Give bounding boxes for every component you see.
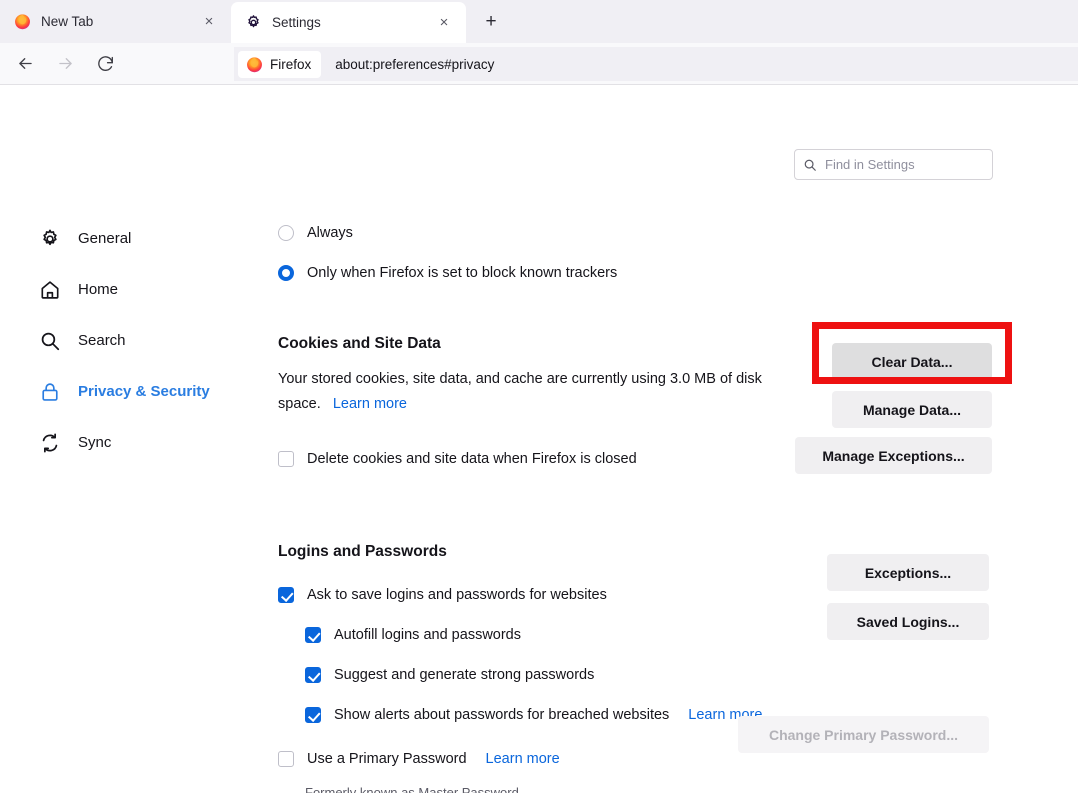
url-text: about:preferences#privacy (335, 56, 495, 72)
checkbox-label: Suggest and generate strong passwords (334, 667, 595, 683)
arrow-left-icon (18, 58, 32, 69)
manage-exceptions-button[interactable]: Manage Exceptions... (795, 437, 992, 474)
arrow-right-icon (58, 58, 72, 69)
identity-chip-label: Firefox (270, 56, 312, 72)
checkbox-indicator (305, 707, 321, 723)
primary-password-helper-text: Formerly known as Master Password (305, 785, 519, 793)
checkbox-suggest-strong-passwords[interactable]: Suggest and generate strong passwords (278, 655, 1058, 695)
saved-logins-button[interactable]: Saved Logins... (827, 603, 989, 640)
close-icon[interactable]: × (199, 12, 219, 32)
sync-icon (42, 433, 58, 452)
radio-always[interactable]: Always (278, 213, 1058, 253)
sidebar-item-privacy-security[interactable]: Privacy & Security (36, 366, 246, 417)
clear-data-button[interactable]: Clear Data... (832, 343, 992, 380)
tab-strip: New Tab × Settings × + (0, 0, 1078, 43)
checkbox-label: Use a Primary Password (307, 751, 467, 767)
checkbox-indicator (278, 751, 294, 767)
cookies-description: Your stored cookies, site data, and cach… (278, 367, 790, 417)
radio-label: Always (307, 225, 353, 241)
back-button[interactable] (8, 47, 42, 81)
tab-label: New Tab (41, 14, 94, 29)
gear-icon (43, 229, 57, 245)
url-bar[interactable]: Firefox about:preferences#privacy (234, 47, 1078, 81)
search-icon (41, 332, 60, 350)
identity-chip[interactable]: Firefox (238, 50, 322, 78)
browser-window: New Tab × Settings × + Firefox about:pre… (0, 0, 1078, 793)
exceptions-button[interactable]: Exceptions... (827, 554, 989, 591)
search-placeholder: Find in Settings (825, 157, 915, 172)
sidebar-item-label: Search (78, 332, 126, 349)
new-tab-button[interactable]: + (474, 5, 508, 39)
checkbox-indicator (278, 451, 294, 467)
sidebar-item-label: Sync (78, 434, 112, 451)
tab-settings[interactable]: Settings × (231, 2, 466, 43)
change-primary-password-button[interactable]: Change Primary Password... (738, 716, 989, 753)
radio-only-when-blocking-trackers[interactable]: Only when Firefox is set to block known … (278, 253, 1058, 293)
sidebar-item-label: General (78, 230, 132, 247)
checkbox-label: Show alerts about passwords for breached… (334, 707, 670, 723)
cookies-learn-more-link[interactable]: Learn more (333, 396, 407, 412)
firefox-logo-icon (247, 56, 262, 72)
tab-label: Settings (272, 15, 321, 30)
checkbox-indicator (305, 667, 321, 683)
checkbox-label: Autofill logins and passwords (334, 627, 521, 643)
checkbox-indicator (278, 587, 294, 603)
reload-icon (97, 56, 113, 71)
radio-label: Only when Firefox is set to block known … (307, 265, 618, 281)
settings-page: Find in Settings General Home Search Pri… (0, 85, 1078, 793)
navigation-toolbar: Firefox about:preferences#privacy (0, 43, 1078, 85)
settings-main-panel: Always Only when Firefox is set to block… (278, 213, 1058, 793)
search-icon (804, 159, 816, 171)
reload-button[interactable] (88, 47, 122, 81)
sidebar-item-label: Privacy & Security (78, 383, 210, 400)
sidebar-item-sync[interactable]: Sync (36, 417, 246, 468)
gear-icon (248, 15, 259, 28)
search-input[interactable]: Find in Settings (794, 149, 993, 180)
sidebar-item-home[interactable]: Home (36, 264, 246, 315)
radio-indicator (278, 225, 294, 241)
manage-data-button[interactable]: Manage Data... (832, 391, 992, 428)
checkbox-label: Ask to save logins and passwords for web… (307, 587, 607, 603)
tab-new-tab[interactable]: New Tab × (0, 0, 231, 43)
checkbox-label: Delete cookies and site data when Firefo… (307, 451, 637, 467)
firefox-logo-icon (15, 14, 30, 30)
checkbox-indicator (305, 627, 321, 643)
primary-password-learn-more-link[interactable]: Learn more (486, 751, 560, 767)
sidebar-item-search[interactable]: Search (36, 315, 246, 366)
lock-icon (42, 382, 58, 401)
home-icon (41, 280, 59, 299)
settings-sidebar: General Home Search Privacy & Security S… (36, 213, 246, 468)
close-icon[interactable]: × (434, 13, 454, 33)
sidebar-item-label: Home (78, 281, 119, 298)
radio-indicator (278, 265, 294, 281)
forward-button[interactable] (48, 47, 82, 81)
sidebar-item-general[interactable]: General (36, 213, 246, 264)
